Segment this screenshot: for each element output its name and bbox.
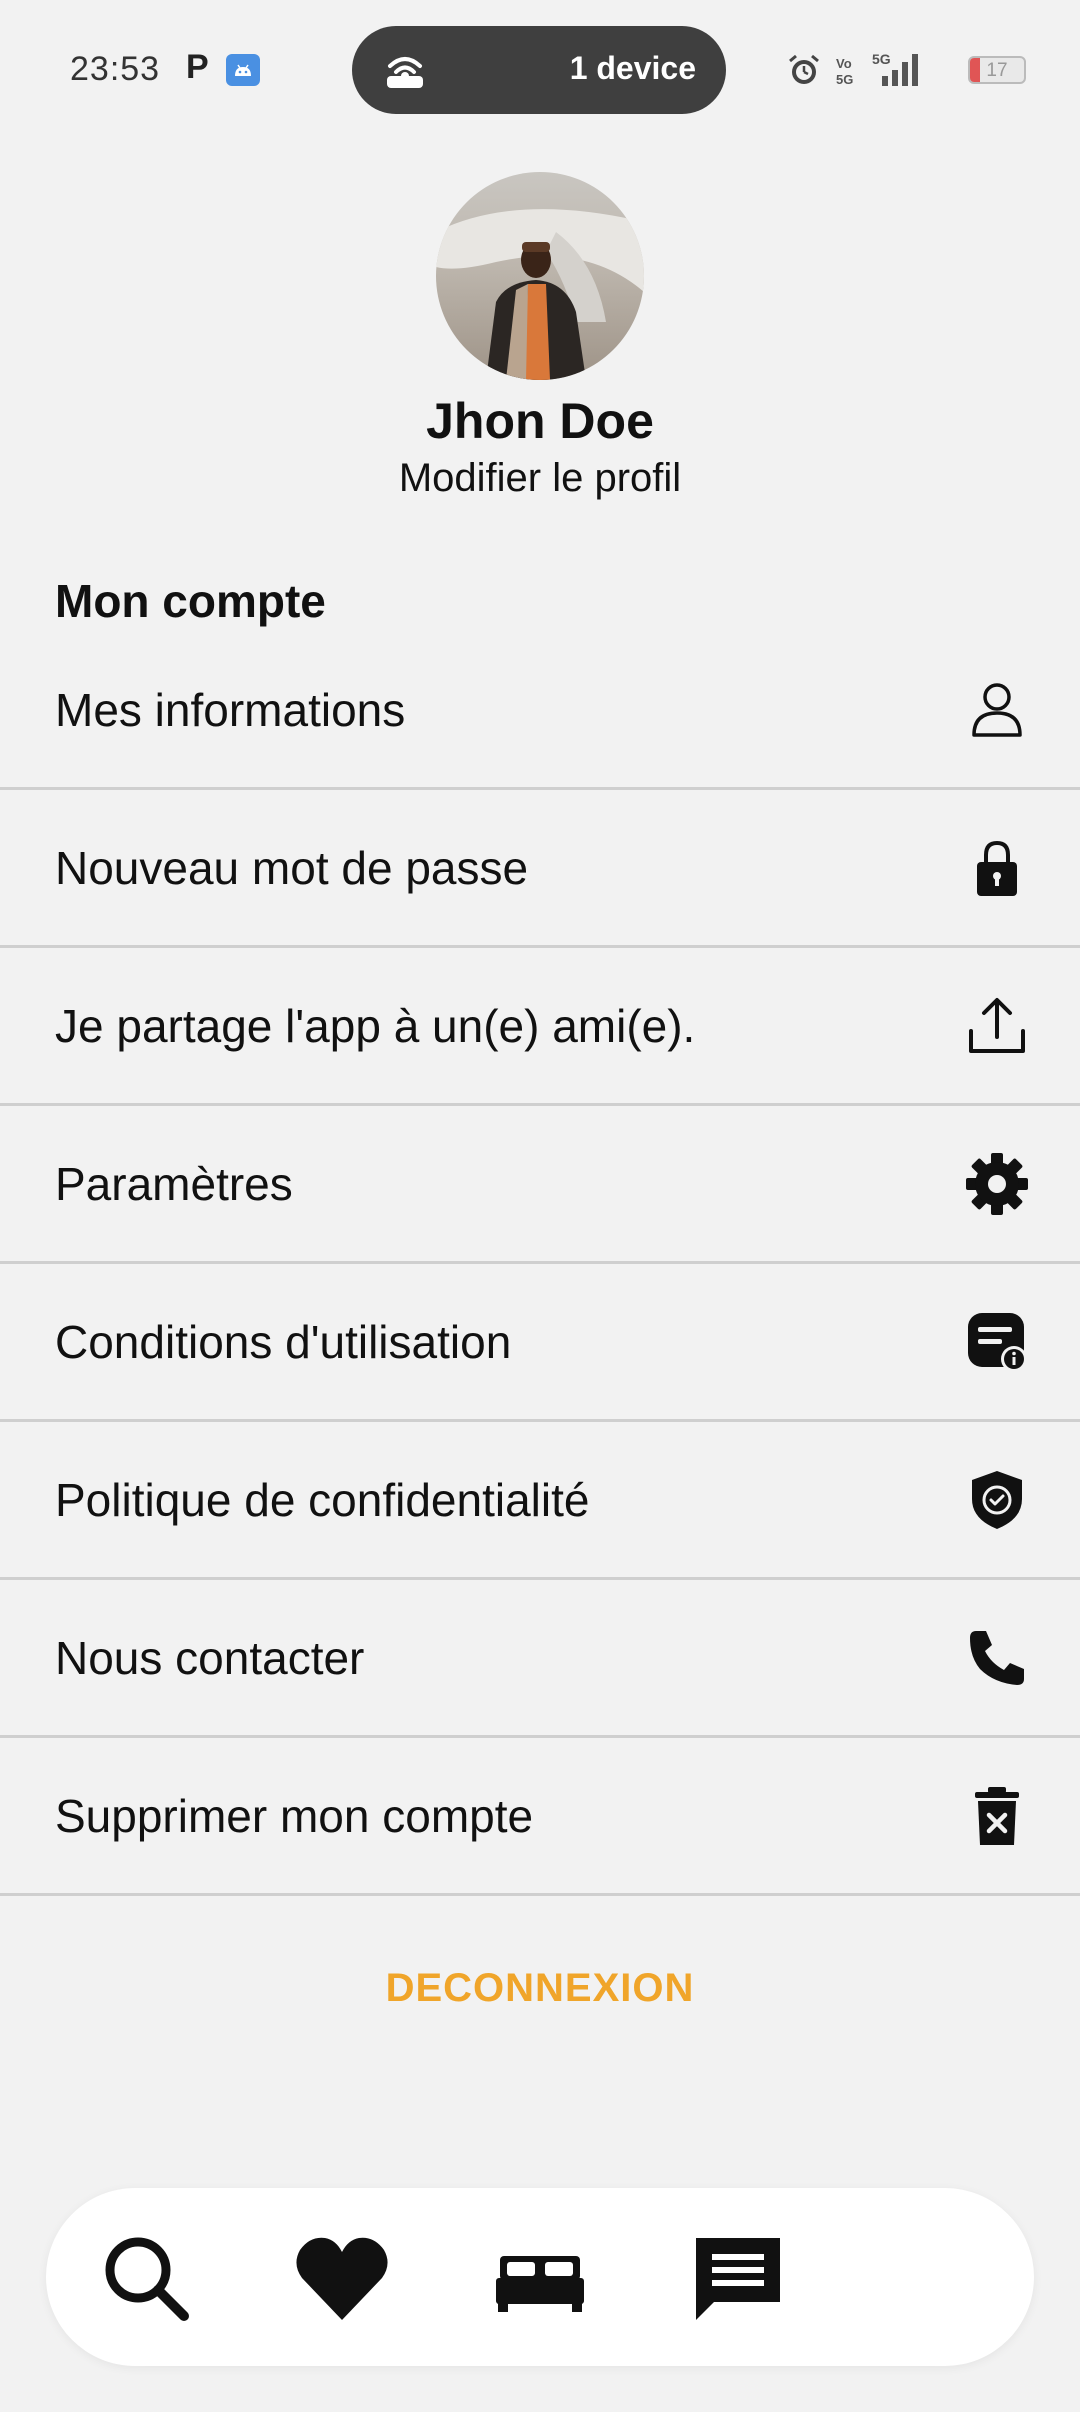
search-icon (105, 2237, 189, 2321)
volte-icon: Vo5G (836, 56, 853, 87)
gear-icon (964, 1151, 1030, 1217)
alarm-icon (789, 54, 819, 84)
menu-item-label: Supprimer mon compte (55, 1789, 534, 1842)
menu-item-label: Conditions d'utilisation (55, 1315, 512, 1368)
bottom-navigation (46, 2188, 1034, 2366)
lock-icon (964, 835, 1030, 901)
trash-icon (964, 1783, 1030, 1849)
signal-5g-icon: 5G (872, 51, 918, 86)
android-notification-icon (226, 54, 260, 86)
menu-item-contact[interactable]: Nous contacter (0, 1580, 1080, 1738)
svg-text:5G: 5G (872, 51, 891, 67)
svg-text:Vo: Vo (836, 56, 852, 71)
status-icons: Vo 5G 5G 17 (786, 50, 1026, 90)
svg-text:5G: 5G (836, 72, 853, 87)
status-bar: 23:53 P 1 device Vo 5G 5G 17 (0, 0, 1080, 140)
menu-item-label: Nouveau mot de passe (55, 841, 529, 894)
menu-item-my-information[interactable]: Mes informations (0, 632, 1080, 790)
menu-item-label: Je partage l'app à un(e) ami(e). (55, 999, 696, 1052)
island-device-count: 1 device (569, 50, 696, 86)
bed-icon (496, 2256, 584, 2312)
nav-messages-button[interactable] (688, 2228, 788, 2328)
logout-button[interactable]: DECONNEXION (0, 1966, 1080, 2011)
menu-item-label: Paramètres (55, 1157, 293, 1210)
profile-name: Jhon Doe (426, 393, 654, 449)
menu-item-privacy[interactable]: Politique de confidentialité (0, 1422, 1080, 1580)
share-upload-icon (964, 993, 1030, 1059)
nav-bookings-button[interactable] (490, 2228, 590, 2328)
chat-icon (696, 2238, 780, 2320)
account-menu: Mes informations Nouveau mot de passe Je… (0, 632, 1080, 1896)
nav-favorites-button[interactable] (292, 2228, 392, 2328)
battery-level: 17 (986, 60, 1008, 81)
status-time: 23:53 (70, 50, 161, 88)
menu-item-settings[interactable]: Paramètres (0, 1106, 1080, 1264)
nav-search-button[interactable] (96, 2228, 196, 2328)
menu-item-label: Mes informations (55, 683, 406, 736)
dynamic-island[interactable]: 1 device (352, 26, 726, 114)
notification-p-icon: P (186, 48, 209, 86)
edit-profile-link[interactable]: Modifier le profil (0, 456, 1080, 501)
heart-icon (296, 2237, 388, 2320)
menu-item-share-app[interactable]: Je partage l'app à un(e) ami(e). (0, 948, 1080, 1106)
menu-item-new-password[interactable]: Nouveau mot de passe (0, 790, 1080, 948)
phone-icon (964, 1625, 1030, 1691)
avatar[interactable] (436, 172, 644, 380)
menu-item-delete-account[interactable]: Supprimer mon compte (0, 1738, 1080, 1896)
user-icon (964, 677, 1030, 743)
shield-check-icon (964, 1467, 1030, 1533)
battery-icon: 17 (968, 56, 1026, 84)
menu-item-label: Nous contacter (55, 1631, 365, 1684)
menu-item-label: Politique de confidentialité (55, 1473, 590, 1526)
menu-item-terms[interactable]: Conditions d'utilisation (0, 1264, 1080, 1422)
hotspot-icon (382, 48, 428, 92)
section-title: Mon compte (55, 575, 326, 627)
terms-info-icon (964, 1309, 1030, 1375)
